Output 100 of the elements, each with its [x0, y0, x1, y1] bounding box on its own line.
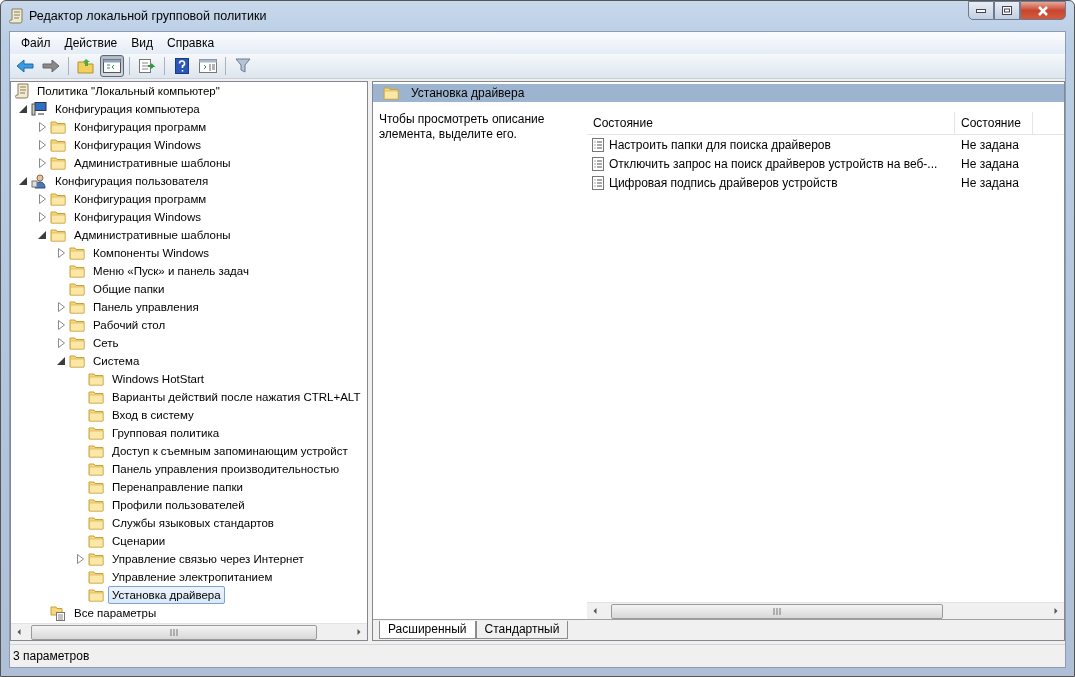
collapsed-triangle-icon[interactable] [75, 554, 85, 564]
tree-item[interactable]: Конфигурация Windows [70, 136, 206, 154]
folder-icon [69, 246, 85, 260]
collapsed-triangle-icon[interactable] [56, 320, 66, 330]
view-tab[interactable]: Стандартный [475, 621, 569, 639]
folder-icon [88, 408, 104, 422]
collapsed-triangle-icon[interactable] [37, 122, 47, 132]
tree-item[interactable]: Панель управления [89, 298, 203, 316]
expanded-triangle-icon[interactable] [56, 356, 66, 366]
tree-item[interactable]: Рабочий стол [89, 316, 170, 334]
forward-arrow-icon [42, 59, 60, 73]
scrollbar-thumb[interactable] [31, 624, 317, 640]
column-header[interactable]: Состояние [955, 112, 1033, 134]
folder-icon [88, 570, 104, 584]
folder-icon [88, 426, 104, 440]
folder-icon [50, 210, 66, 224]
tree-item[interactable]: Общие папки [89, 280, 169, 298]
tree-item[interactable]: Конфигурация Windows [70, 208, 206, 226]
setting-name[interactable]: Настроить папки для поиска драйверов [609, 137, 831, 152]
action-pane-icon [199, 59, 217, 73]
tree-item[interactable]: Профили пользователей [108, 496, 249, 514]
folder-icon [88, 516, 104, 530]
collapsed-triangle-icon[interactable] [37, 212, 47, 222]
folder-icon [69, 336, 85, 350]
folder-icon [88, 552, 104, 566]
tree-item[interactable]: Сеть [89, 334, 123, 352]
tree-item[interactable]: Доступ к съемным запоминающим устройст [108, 442, 352, 460]
collapsed-triangle-icon[interactable] [37, 194, 47, 204]
view-tab[interactable]: Расширенный [379, 621, 476, 639]
description-text: Чтобы просмотреть описание элемента, выделите его. [378, 111, 546, 143]
folder-icon [69, 318, 85, 332]
folder-icon [69, 264, 85, 278]
console-tree-icon [103, 59, 121, 73]
collapsed-triangle-icon[interactable] [56, 248, 66, 258]
tree-item[interactable]: Управление связью через Интернет [108, 550, 308, 568]
tree-item[interactable]: Конфигурация компьютера [51, 100, 204, 118]
tree-item[interactable]: Все параметры [70, 604, 161, 622]
tree-item[interactable]: Установка драйвера [108, 586, 225, 604]
tree-item[interactable]: Сценарии [108, 532, 170, 550]
tree-item[interactable]: Политика "Локальный компьютер" [33, 82, 224, 100]
status-text: 3 параметров [13, 649, 90, 663]
expanded-triangle-icon[interactable] [18, 176, 28, 186]
maximize-button[interactable] [994, 1, 1020, 20]
folder-icon [69, 300, 85, 314]
export-list-icon [138, 58, 156, 74]
folder-icon [383, 86, 399, 100]
folder-icon [50, 138, 66, 152]
setting-state: Не задана [960, 175, 1019, 190]
tree-item[interactable]: Групповая политика [108, 424, 224, 442]
tree-item[interactable]: Компоненты Windows [89, 244, 214, 262]
close-button[interactable] [1020, 1, 1066, 20]
collapsed-triangle-icon[interactable] [56, 302, 66, 312]
back-arrow-icon [16, 59, 34, 73]
scrollbar-thumb[interactable] [611, 603, 943, 619]
tree-item[interactable]: Конфигурация программ [70, 118, 211, 136]
setting-icon [592, 175, 604, 190]
settings-list-icon [50, 605, 66, 621]
setting-name[interactable]: Цифровая подпись драйверов устройств [609, 175, 838, 190]
tree-item[interactable]: Административные шаблоны [70, 226, 235, 244]
tree-item[interactable]: Перенаправление папки [108, 478, 247, 496]
user-icon [31, 173, 47, 189]
tree-item[interactable]: Конфигурация программ [70, 190, 211, 208]
folder-icon [88, 498, 104, 512]
expanded-triangle-icon[interactable] [18, 104, 28, 114]
tree-item[interactable]: Меню «Пуск» и панель задач [89, 262, 253, 280]
menu-item[interactable]: Вид [124, 34, 160, 52]
tree-item[interactable]: Панель управления производительностью [108, 460, 344, 478]
collapsed-triangle-icon[interactable] [56, 338, 66, 348]
setting-state: Не задана [960, 137, 1019, 152]
folder-icon [69, 354, 85, 368]
tree-item[interactable]: Windows HotStart [108, 370, 209, 388]
collapsed-triangle-icon[interactable] [37, 140, 47, 150]
collapsed-triangle-icon[interactable] [37, 158, 47, 168]
setting-state: Не задана [960, 156, 1019, 171]
tree-item[interactable]: Административные шаблоны [70, 154, 235, 172]
tree-item[interactable]: Управление электропитанием [108, 568, 277, 586]
folder-icon [88, 372, 104, 386]
menu-item[interactable]: Справка [160, 34, 222, 52]
tree-item[interactable]: Конфигурация пользователя [51, 172, 213, 190]
setting-name[interactable]: Отключить запрос на поиск драйверов устройств на веб-... [609, 156, 938, 171]
tree-item[interactable]: Службы языковых стандартов [108, 514, 278, 532]
tree-item[interactable]: Система [89, 352, 144, 370]
menu-item[interactable]: Файл [14, 34, 58, 52]
folder-icon [88, 588, 104, 602]
close-icon [1037, 5, 1049, 16]
maximize-icon [1002, 6, 1012, 15]
tree-item[interactable]: Варианты действий после нажатия CTRL+ALT [108, 388, 365, 406]
folder-icon [88, 534, 104, 548]
toolbar-button[interactable] [100, 55, 124, 77]
column-header[interactable]: Состояние [587, 112, 955, 134]
menu-item[interactable]: Действие [57, 34, 125, 52]
minimize-button[interactable] [968, 1, 994, 20]
expanded-triangle-icon[interactable] [37, 230, 47, 240]
folder-icon [88, 462, 104, 476]
folder-icon [88, 390, 104, 404]
help-icon [175, 58, 189, 74]
pane-title: Установка драйвера [411, 86, 525, 100]
tree-item[interactable]: Вход в систему [108, 406, 198, 424]
computer-icon [31, 101, 47, 117]
setting-icon [592, 137, 604, 152]
